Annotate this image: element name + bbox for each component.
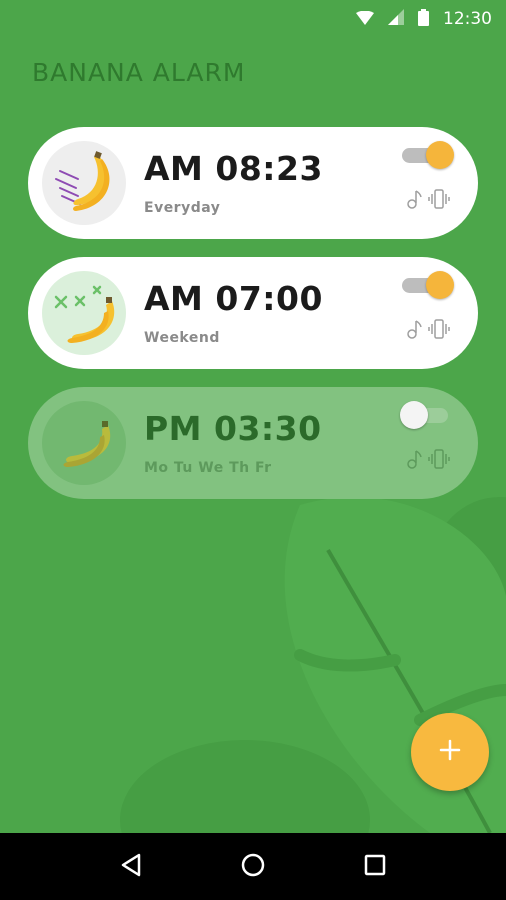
status-bar: 12:30 [0,0,506,38]
vibrate-icon[interactable] [428,189,450,213]
alarm-sound-settings [406,319,450,343]
system-nav-bar [0,833,506,900]
alarm-time: AM 08:23 [144,149,323,188]
music-note-icon[interactable] [406,449,422,473]
banana-sparkle-icon [42,271,126,355]
cell-signal-icon [388,9,404,29]
alarm-sound-settings [406,189,450,213]
alarm-card[interactable]: AM 08:23 Everyday [28,127,478,239]
home-icon[interactable] [241,853,265,881]
alarm-toggle[interactable] [402,271,454,299]
alarm-time: PM 03:30 [144,409,322,448]
add-alarm-button[interactable] [411,713,489,791]
wifi-icon [356,10,374,29]
alarm-toggle[interactable] [400,401,452,429]
toggle-knob [426,271,454,299]
alarm-list: AM 08:23 Everyday AM 07:00 Weekend PM 03… [28,127,478,517]
alarm-toggle[interactable] [402,141,454,169]
music-note-icon[interactable] [406,319,422,343]
alarm-repeat-days: Mo Tu We Th Fr [144,460,272,476]
recents-icon[interactable] [364,854,386,880]
vibrate-icon[interactable] [428,319,450,343]
back-icon[interactable] [120,853,142,881]
alarm-card[interactable]: AM 07:00 Weekend [28,257,478,369]
alarm-repeat-days: Weekend [144,330,220,346]
battery-icon [418,8,429,30]
alarm-repeat-days: Everyday [144,200,221,216]
music-note-icon[interactable] [406,189,422,213]
alarm-card[interactable]: PM 03:30 Mo Tu We Th Fr [28,387,478,499]
status-time: 12:30 [443,9,492,29]
app-title: BANANA ALARM [32,58,246,87]
banana-icon [42,401,126,485]
alarm-sound-settings [406,449,450,473]
banana-motion-icon [42,141,126,225]
toggle-knob [426,141,454,169]
vibrate-icon[interactable] [428,449,450,473]
plus-icon [439,739,461,765]
toggle-knob [400,401,428,429]
alarm-time: AM 07:00 [144,279,323,318]
